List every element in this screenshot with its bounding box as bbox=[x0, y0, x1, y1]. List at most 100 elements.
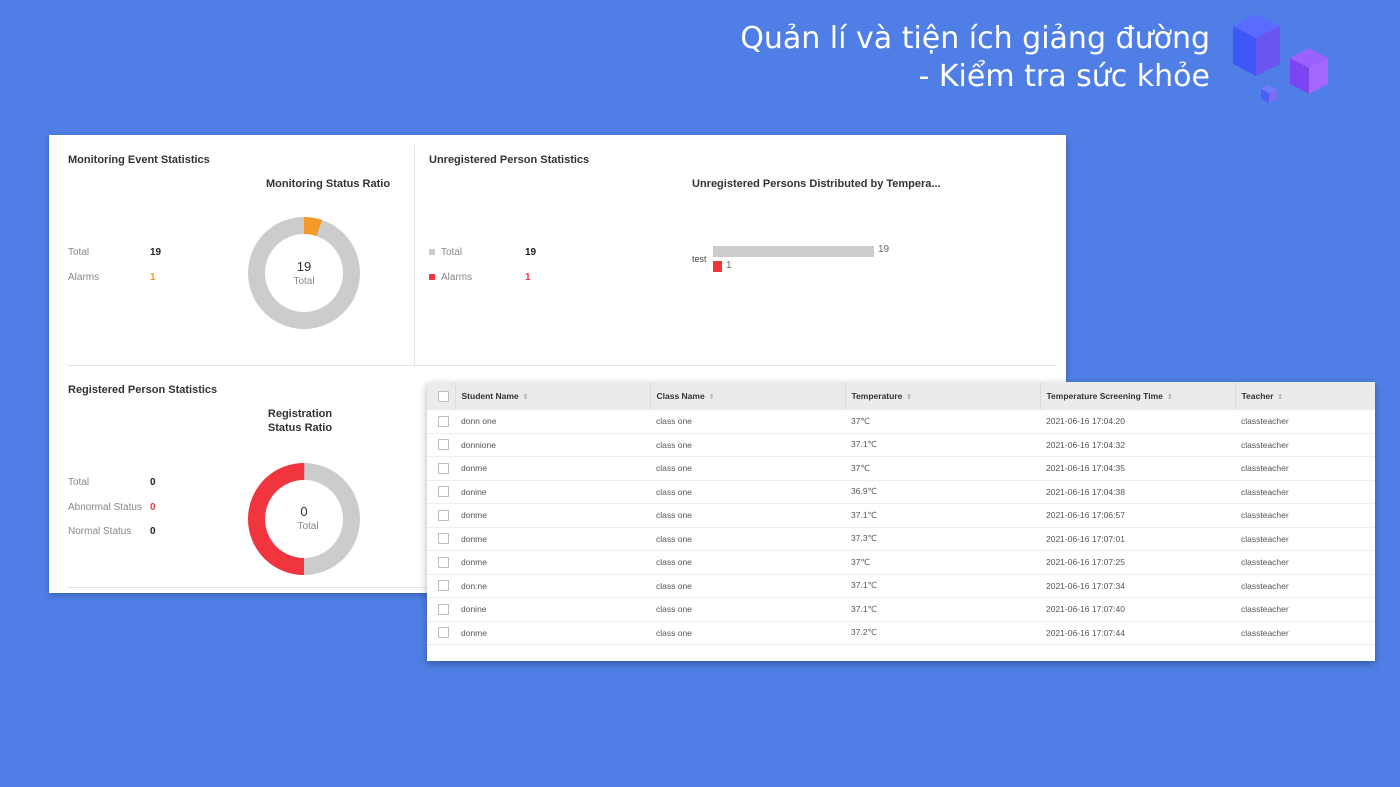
col-header-class-name[interactable]: Class Name ⇕ bbox=[649, 382, 845, 410]
cell-class-name: class one bbox=[650, 480, 845, 504]
sort-icon[interactable]: ⇕ bbox=[523, 394, 529, 401]
cell-student-name: donme bbox=[455, 456, 650, 481]
cell-screening-time: 2021-06-16 17:07:44 bbox=[1040, 621, 1235, 645]
table-row[interactable]: donme class one 37.2℃ 2021-06-16 17:07:44 cl… bbox=[427, 621, 1375, 645]
monitoring-alarms-label: Alarms bbox=[68, 272, 100, 283]
cell-class-name: class one bbox=[650, 527, 845, 551]
cell-screening-time: 2021-06-16 17:07:25 bbox=[1040, 550, 1235, 575]
table-row[interactable]: donnione class one 37.1℃ 2021-06-16 17:04:3… bbox=[427, 433, 1375, 457]
sort-icon[interactable]: ⇕ bbox=[709, 394, 715, 401]
cell-teacher: classteacher bbox=[1235, 456, 1375, 481]
cell-screening-time: 2021-06-16 17:04:38 bbox=[1040, 480, 1235, 504]
registration-donut-chart bbox=[248, 463, 360, 575]
cell-temperature: 37.1℃ bbox=[845, 433, 1040, 457]
monitoring-section-title: Monitoring Event Statistics bbox=[68, 154, 210, 166]
row-checkbox[interactable] bbox=[438, 486, 449, 498]
normal-status-label: Normal Status bbox=[68, 526, 132, 537]
legend-red-square-icon bbox=[429, 274, 435, 281]
monitoring-alarms-value: 1 bbox=[150, 272, 156, 283]
cell-temperature: 37℃ bbox=[845, 456, 1040, 481]
table-row[interactable]: donme class one 37.1℃ 2021-06-16 17:06:57 cl… bbox=[427, 503, 1375, 528]
sort-icon[interactable]: ⇕ bbox=[1167, 394, 1173, 401]
col-header-student-name[interactable]: Student Name ⇕ bbox=[454, 382, 650, 410]
cell-teacher: classteacher bbox=[1235, 410, 1375, 434]
abnormal-status-label: Abnormal Status bbox=[68, 502, 142, 513]
vertical-divider bbox=[414, 145, 415, 365]
col-header-teacher[interactable]: Teacher ⇕ bbox=[1234, 382, 1375, 410]
cell-class-name: class one bbox=[650, 597, 845, 622]
normal-status-value: 0 bbox=[150, 526, 156, 537]
registration-donut-center-label: Total bbox=[297, 521, 319, 532]
table-header-row: Student Name ⇕ Class Name ⇕ Temperature ⇕ T… bbox=[427, 382, 1375, 410]
cell-teacher: classteacher bbox=[1235, 621, 1375, 645]
registered-total-label: Total bbox=[68, 477, 90, 488]
unregistered-section-title: Unregistered Person Statistics bbox=[429, 154, 590, 166]
cell-class-name: class one bbox=[650, 410, 845, 434]
row-checkbox[interactable] bbox=[438, 533, 449, 545]
row-checkbox[interactable] bbox=[438, 603, 449, 615]
bar-total-label: 19 bbox=[878, 244, 890, 255]
cell-screening-time: 2021-06-16 17:04:20 bbox=[1040, 410, 1235, 434]
cell-student-name: donme bbox=[455, 503, 650, 528]
cell-temperature: 37℃ bbox=[845, 410, 1040, 434]
col-header-screening-time[interactable]: Temperature Screening Time ⇕ bbox=[1039, 382, 1235, 410]
cell-student-name: donnione bbox=[455, 433, 650, 457]
table-row[interactable]: donme class one 37℃ 2021-06-16 17:04:35 clas… bbox=[427, 456, 1375, 481]
select-all-cell bbox=[427, 382, 455, 410]
table-row[interactable]: donn one class one 37℃ 2021-06-16 17:04:20 c… bbox=[427, 410, 1375, 434]
unregistered-alarms-label: Alarms bbox=[429, 272, 472, 283]
cell-class-name: class one bbox=[650, 456, 845, 481]
col-header-temperature[interactable]: Temperature ⇕ bbox=[844, 382, 1040, 410]
row-checkbox[interactable] bbox=[438, 580, 449, 592]
registration-ratio-title-line1: Registration bbox=[267, 408, 333, 420]
cell-temperature: 37.1℃ bbox=[845, 503, 1040, 528]
cell-screening-time: 2021-06-16 17:07:01 bbox=[1040, 527, 1235, 551]
unregistered-total-value: 19 bbox=[525, 247, 537, 258]
cell-temperature: 37.2℃ bbox=[845, 621, 1040, 645]
registered-section-title: Registered Person Statistics bbox=[68, 384, 218, 396]
cell-screening-time: 2021-06-16 17:06:57 bbox=[1040, 503, 1235, 528]
registration-ratio-title-line2: Status Ratio bbox=[267, 422, 333, 434]
row-checkbox[interactable] bbox=[438, 415, 449, 427]
cell-teacher: classteacher bbox=[1235, 597, 1375, 622]
table-row[interactable]: don:ne class one 37.1℃ 2021-06-16 17:07:34 c… bbox=[427, 574, 1375, 598]
cell-temperature: 36.9℃ bbox=[845, 480, 1040, 504]
registered-total-value: 0 bbox=[150, 477, 156, 488]
cell-student-name: donine bbox=[455, 597, 650, 622]
cubes-logo-icon bbox=[1233, 14, 1328, 103]
sort-icon[interactable]: ⇕ bbox=[906, 394, 912, 401]
cell-student-name: donine bbox=[455, 480, 650, 504]
cell-temperature: 37.1℃ bbox=[845, 574, 1040, 598]
row-checkbox[interactable] bbox=[438, 627, 449, 639]
table-row[interactable]: donine class one 37.1℃ 2021-06-16 17:07:40 c… bbox=[427, 597, 1375, 622]
row-checkbox[interactable] bbox=[438, 439, 449, 451]
cell-student-name: don:ne bbox=[455, 574, 650, 598]
cell-class-name: class one bbox=[650, 550, 845, 575]
bar-alarms-label: 1 bbox=[726, 260, 732, 271]
cell-teacher: classteacher bbox=[1235, 550, 1375, 575]
row-checkbox[interactable] bbox=[438, 462, 449, 474]
monitoring-donut-center-label: Total bbox=[293, 276, 315, 287]
cell-teacher: classteacher bbox=[1235, 574, 1375, 598]
cell-student-name: donme bbox=[455, 621, 650, 645]
bar-category-label: test bbox=[692, 254, 707, 264]
cell-student-name: donn one bbox=[455, 410, 650, 434]
registration-donut-center-value: 0 bbox=[300, 504, 308, 519]
row-checkbox[interactable] bbox=[438, 509, 449, 521]
cell-student-name: donme bbox=[455, 527, 650, 551]
cell-screening-time: 2021-06-16 17:07:40 bbox=[1040, 597, 1235, 622]
cell-screening-time: 2021-06-16 17:04:32 bbox=[1040, 433, 1235, 457]
cell-class-name: class one bbox=[650, 574, 845, 598]
cell-class-name: class one bbox=[650, 621, 845, 645]
table-row[interactable]: donine class one 36.9℃ 2021-06-16 17:04:38 c… bbox=[427, 480, 1375, 504]
cell-screening-time: 2021-06-16 17:07:34 bbox=[1040, 574, 1235, 598]
horizontal-divider bbox=[67, 365, 1057, 366]
bar-alarms bbox=[713, 261, 722, 272]
select-all-checkbox[interactable] bbox=[438, 390, 449, 402]
sort-icon[interactable]: ⇕ bbox=[1277, 394, 1283, 401]
table-row[interactable]: donme class one 37.3℃ 2021-06-16 17:07:01 cl… bbox=[427, 527, 1375, 551]
table-row[interactable]: donme class one 37℃ 2021-06-16 17:07:25 clas… bbox=[427, 550, 1375, 575]
slide-title-line1: Quản lí và tiện ích giảng đường bbox=[740, 21, 1210, 56]
cell-screening-time: 2021-06-16 17:04:35 bbox=[1040, 456, 1235, 481]
row-checkbox[interactable] bbox=[438, 556, 449, 568]
